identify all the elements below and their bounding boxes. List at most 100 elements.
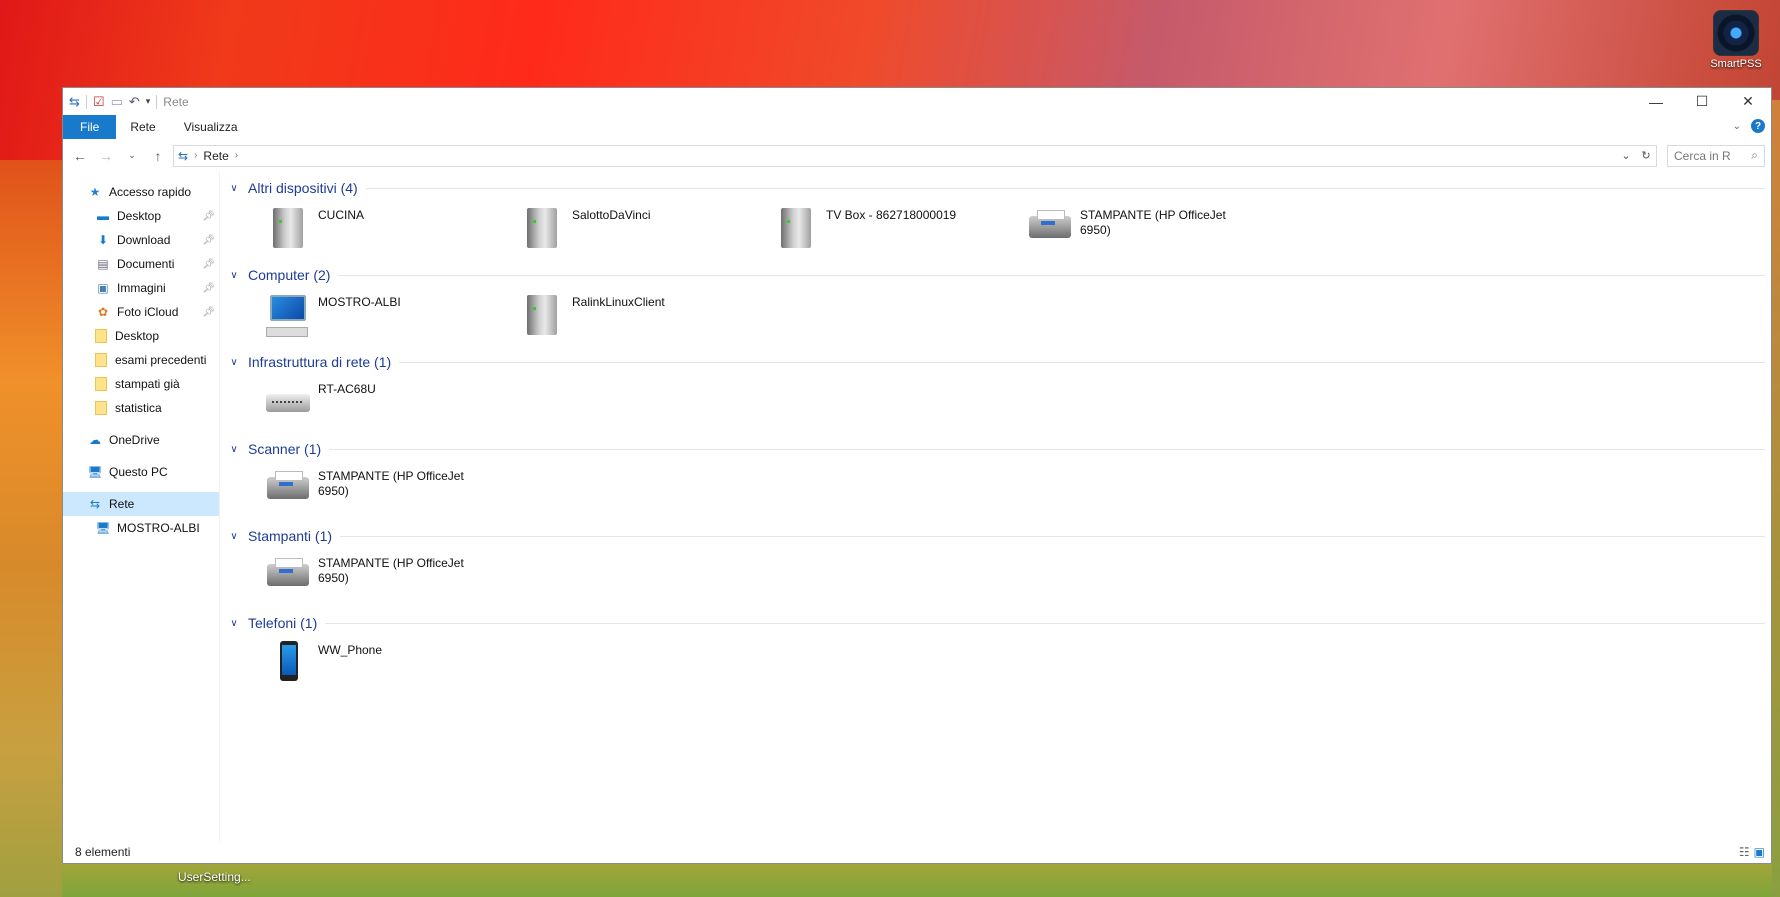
tab-rete[interactable]: Rete bbox=[116, 115, 169, 139]
sidebar-item-download[interactable]: ⬇ Download 📌︎ bbox=[63, 228, 219, 252]
sidebar-item-documenti[interactable]: ▤ Documenti 📌︎ bbox=[63, 252, 219, 276]
sidebar-item-desktop[interactable]: ▬ Desktop 📌︎ bbox=[63, 204, 219, 228]
sidebar-item-questo-pc[interactable]: 🖥︎ Questo PC bbox=[63, 460, 219, 484]
server-icon bbox=[518, 204, 564, 250]
details-view-icon[interactable]: ☷ bbox=[1739, 845, 1750, 859]
printer-icon bbox=[264, 552, 310, 598]
download-icon: ⬇ bbox=[97, 233, 109, 247]
device-item[interactable]: WW_Phone bbox=[264, 633, 518, 700]
sidebar-item-folder-desktop[interactable]: Desktop bbox=[63, 324, 219, 348]
sidebar-item-label: Rete bbox=[109, 497, 135, 511]
expand-ribbon-chevron-icon[interactable]: ⌄ bbox=[1733, 121, 1741, 132]
close-button[interactable]: ✕ bbox=[1725, 88, 1771, 115]
search-placeholder: Cerca in R bbox=[1674, 148, 1731, 163]
recent-locations-chevron-icon[interactable]: ⌄ bbox=[121, 145, 143, 167]
back-button[interactable]: ← bbox=[69, 145, 91, 167]
file-list: ∨ Altri dispositivi (4) CUCINA SalottoDa… bbox=[220, 172, 1771, 841]
device-label: STAMPANTE (HP OfficeJet 6950) bbox=[1080, 208, 1226, 237]
refresh-icon[interactable]: ↻ bbox=[1636, 149, 1656, 162]
ribbon-tabs: File Rete Visualizza ⌄ ? bbox=[63, 115, 1771, 139]
address-dropdown-chevron-icon[interactable]: ⌄ bbox=[1616, 149, 1636, 162]
sidebar-item-quick-access[interactable]: ★ Accesso rapido bbox=[63, 180, 219, 204]
device-label: STAMPANTE (HP OfficeJet 6950) bbox=[318, 556, 464, 585]
collapse-chevron-icon[interactable]: ∨ bbox=[226, 183, 242, 194]
sidebar-item-mostro-albi[interactable]: 🖥︎ MOSTRO-ALBI bbox=[63, 516, 219, 540]
qa-separator bbox=[85, 94, 87, 109]
device-item[interactable]: SalottoDaVinci bbox=[518, 198, 772, 265]
group-header[interactable]: ∨ Altri dispositivi (4) bbox=[226, 178, 1765, 198]
device-item[interactable]: STAMPANTE (HP OfficeJet 6950) bbox=[264, 459, 518, 526]
group-items: STAMPANTE (HP OfficeJet 6950) bbox=[226, 546, 1765, 613]
group-divider bbox=[399, 361, 1765, 363]
device-item[interactable]: STAMPANTE (HP OfficeJet 6950) bbox=[264, 546, 518, 613]
smartpss-camera-icon bbox=[1713, 10, 1759, 56]
pin-icon: 📌︎ bbox=[202, 210, 215, 222]
collapse-chevron-icon[interactable]: ∨ bbox=[226, 531, 242, 542]
sidebar-item-label: Immagini bbox=[117, 281, 166, 295]
sidebar-item-foto-icloud[interactable]: ✿ Foto iCloud 📌︎ bbox=[63, 300, 219, 324]
group-stampanti: ∨ Stampanti (1) STAMPANTE (HP OfficeJet … bbox=[226, 526, 1765, 613]
search-icon: ⌕ bbox=[1751, 148, 1758, 162]
desktop-background-edge bbox=[1772, 100, 1780, 897]
collapse-chevron-icon[interactable]: ∨ bbox=[226, 270, 242, 281]
collapse-chevron-icon[interactable]: ∨ bbox=[226, 618, 242, 629]
forward-button[interactable]: → bbox=[95, 145, 117, 167]
minimize-button[interactable]: — bbox=[1633, 88, 1679, 115]
network-icon: ⇆ bbox=[89, 497, 101, 511]
device-item[interactable]: MOSTRO-ALBI bbox=[264, 285, 518, 352]
undo-icon[interactable]: ↶ bbox=[129, 94, 140, 110]
sidebar-item-onedrive[interactable]: ☁ OneDrive bbox=[63, 428, 219, 452]
explorer-body: ★ Accesso rapido ▬ Desktop 📌︎ ⬇ Download… bbox=[63, 172, 1771, 841]
up-button[interactable]: ↑ bbox=[147, 145, 169, 167]
breadcrumb-chevron-icon-2[interactable]: › bbox=[235, 150, 238, 161]
group-divider bbox=[329, 448, 1765, 450]
desktop-shortcut-smartpss[interactable]: SmartPSS bbox=[1704, 10, 1768, 70]
breadcrumb-rete[interactable]: Rete bbox=[203, 149, 228, 163]
help-icon[interactable]: ? bbox=[1751, 119, 1765, 133]
sidebar-item-rete[interactable]: ⇆ Rete bbox=[63, 492, 219, 516]
address-controls: ⌄ ↻ bbox=[1616, 146, 1656, 166]
ribbon-right-controls: ⌄ ? bbox=[1733, 119, 1765, 133]
collapse-chevron-icon[interactable]: ∨ bbox=[226, 444, 242, 455]
group-header[interactable]: ∨ Stampanti (1) bbox=[226, 526, 1765, 546]
new-folder-icon[interactable]: ▭ bbox=[111, 94, 123, 110]
computer-icon bbox=[264, 291, 310, 337]
device-label: MOSTRO-ALBI bbox=[318, 295, 401, 309]
status-bar: 8 elementi ☷ ▣ bbox=[63, 841, 1771, 863]
group-header[interactable]: ∨ Scanner (1) bbox=[226, 439, 1765, 459]
sidebar-item-label: stampati già bbox=[115, 377, 180, 391]
sidebar-item-stampati-gia[interactable]: stampati già bbox=[63, 372, 219, 396]
breadcrumb-chevron-icon[interactable]: › bbox=[194, 150, 197, 161]
title-bar: ⇆ ☑ ▭ ↶ ▾ Rete — ☐ ✕ bbox=[63, 88, 1771, 115]
device-label: WW_Phone bbox=[318, 643, 383, 657]
sidebar-item-statistica[interactable]: statistica bbox=[63, 396, 219, 420]
tab-file[interactable]: File bbox=[63, 115, 117, 139]
large-icons-view-icon[interactable]: ▣ bbox=[1754, 845, 1765, 859]
group-divider bbox=[340, 535, 1765, 537]
pin-icon: 📌︎ bbox=[202, 282, 215, 294]
group-telefoni: ∨ Telefoni (1) WW_Phone bbox=[226, 613, 1765, 700]
group-divider bbox=[365, 187, 1765, 189]
group-header[interactable]: ∨ Computer (2) bbox=[226, 265, 1765, 285]
group-header[interactable]: ∨ Telefoni (1) bbox=[226, 613, 1765, 633]
server-icon bbox=[772, 204, 818, 250]
properties-icon[interactable]: ☑ bbox=[93, 94, 105, 110]
device-item[interactable]: RalinkLinuxClient bbox=[518, 285, 772, 352]
device-item[interactable]: RT-AC68U bbox=[264, 372, 518, 439]
address-bar[interactable]: ⇆ › Rete › ⌄ ↻ bbox=[173, 144, 1657, 167]
device-item[interactable]: TV Box - 862718000019 bbox=[772, 198, 1026, 265]
customize-toolbar-chevron-icon[interactable]: ▾ bbox=[146, 96, 151, 107]
search-input[interactable]: Cerca in R ⌕ bbox=[1667, 144, 1765, 167]
group-items: MOSTRO-ALBI RalinkLinuxClient bbox=[226, 285, 1765, 352]
maximize-button[interactable]: ☐ bbox=[1679, 88, 1725, 115]
desktop-tooltip: UserSetting... bbox=[178, 870, 251, 884]
sidebar-item-immagini[interactable]: ▣ Immagini 📌︎ bbox=[63, 276, 219, 300]
device-item[interactable]: STAMPANTE (HP OfficeJet 6950) bbox=[1026, 198, 1280, 265]
device-label: RalinkLinuxClient bbox=[572, 295, 665, 309]
tab-visualizza[interactable]: Visualizza bbox=[170, 115, 252, 139]
device-item[interactable]: CUCINA bbox=[264, 198, 518, 265]
sidebar-item-esami-precedenti[interactable]: esami precedenti bbox=[63, 348, 219, 372]
group-header[interactable]: ∨ Infrastruttura di rete (1) bbox=[226, 352, 1765, 372]
collapse-chevron-icon[interactable]: ∨ bbox=[226, 357, 242, 368]
